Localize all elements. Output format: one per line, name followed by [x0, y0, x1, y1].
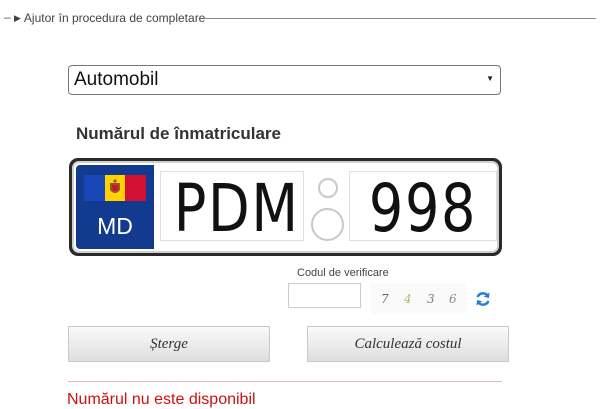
- plate-body: MD PDM 998: [72, 161, 499, 253]
- country-code: MD: [97, 213, 133, 239]
- flag-band-red: [125, 175, 147, 201]
- license-plate: MD PDM 998: [69, 158, 502, 256]
- calculate-cost-button[interactable]: Calculează costul: [307, 326, 509, 362]
- help-link[interactable]: ▶ Ajutor în procedura de completare: [14, 11, 205, 25]
- divider: [205, 18, 596, 19]
- plate-digits-input[interactable]: 998: [349, 170, 497, 247]
- vehicle-type-select[interactable]: Automobil ▼: [68, 65, 501, 95]
- flag-band-blue: [84, 175, 105, 201]
- triangle-right-icon: ▶: [14, 13, 21, 23]
- captcha-char: 6: [449, 292, 457, 306]
- coat-of-arms-icon: [110, 179, 120, 193]
- caret-down-icon: ▼: [486, 74, 494, 83]
- plate-bolt-top: [318, 178, 338, 198]
- refresh-icon[interactable]: [474, 290, 492, 308]
- vehicle-type-value: Automobil: [74, 69, 159, 90]
- flag-band-yellow: [104, 175, 126, 201]
- plate-letters-input[interactable]: PDM: [160, 170, 304, 247]
- plate-digits-value: 998: [368, 170, 478, 247]
- error-divider: [68, 381, 502, 382]
- verification-label: Codul de verificare: [297, 267, 389, 279]
- help-bar: – ▶ Ajutor în procedura de completare: [0, 10, 600, 28]
- verification-code-input[interactable]: [288, 283, 361, 308]
- captcha-char: 3: [427, 292, 435, 306]
- moldova-flag-icon: [84, 175, 147, 201]
- plate-letters-value: PDM: [173, 170, 300, 247]
- error-message: Numărul nu este disponibil: [67, 391, 256, 408]
- country-strip: MD: [76, 165, 154, 249]
- plate-bolt-bottom: [311, 208, 344, 241]
- help-link-label: Ajutor în procedura de completare: [23, 11, 206, 25]
- captcha-char: 4: [404, 292, 412, 306]
- clear-button[interactable]: Șterge: [68, 326, 270, 362]
- section-title: Numărul de înmatriculare: [76, 124, 282, 143]
- captcha-char: 7: [381, 292, 389, 306]
- captcha-image: 7 4 3 6: [371, 283, 466, 314]
- collapse-dash[interactable]: –: [4, 10, 11, 24]
